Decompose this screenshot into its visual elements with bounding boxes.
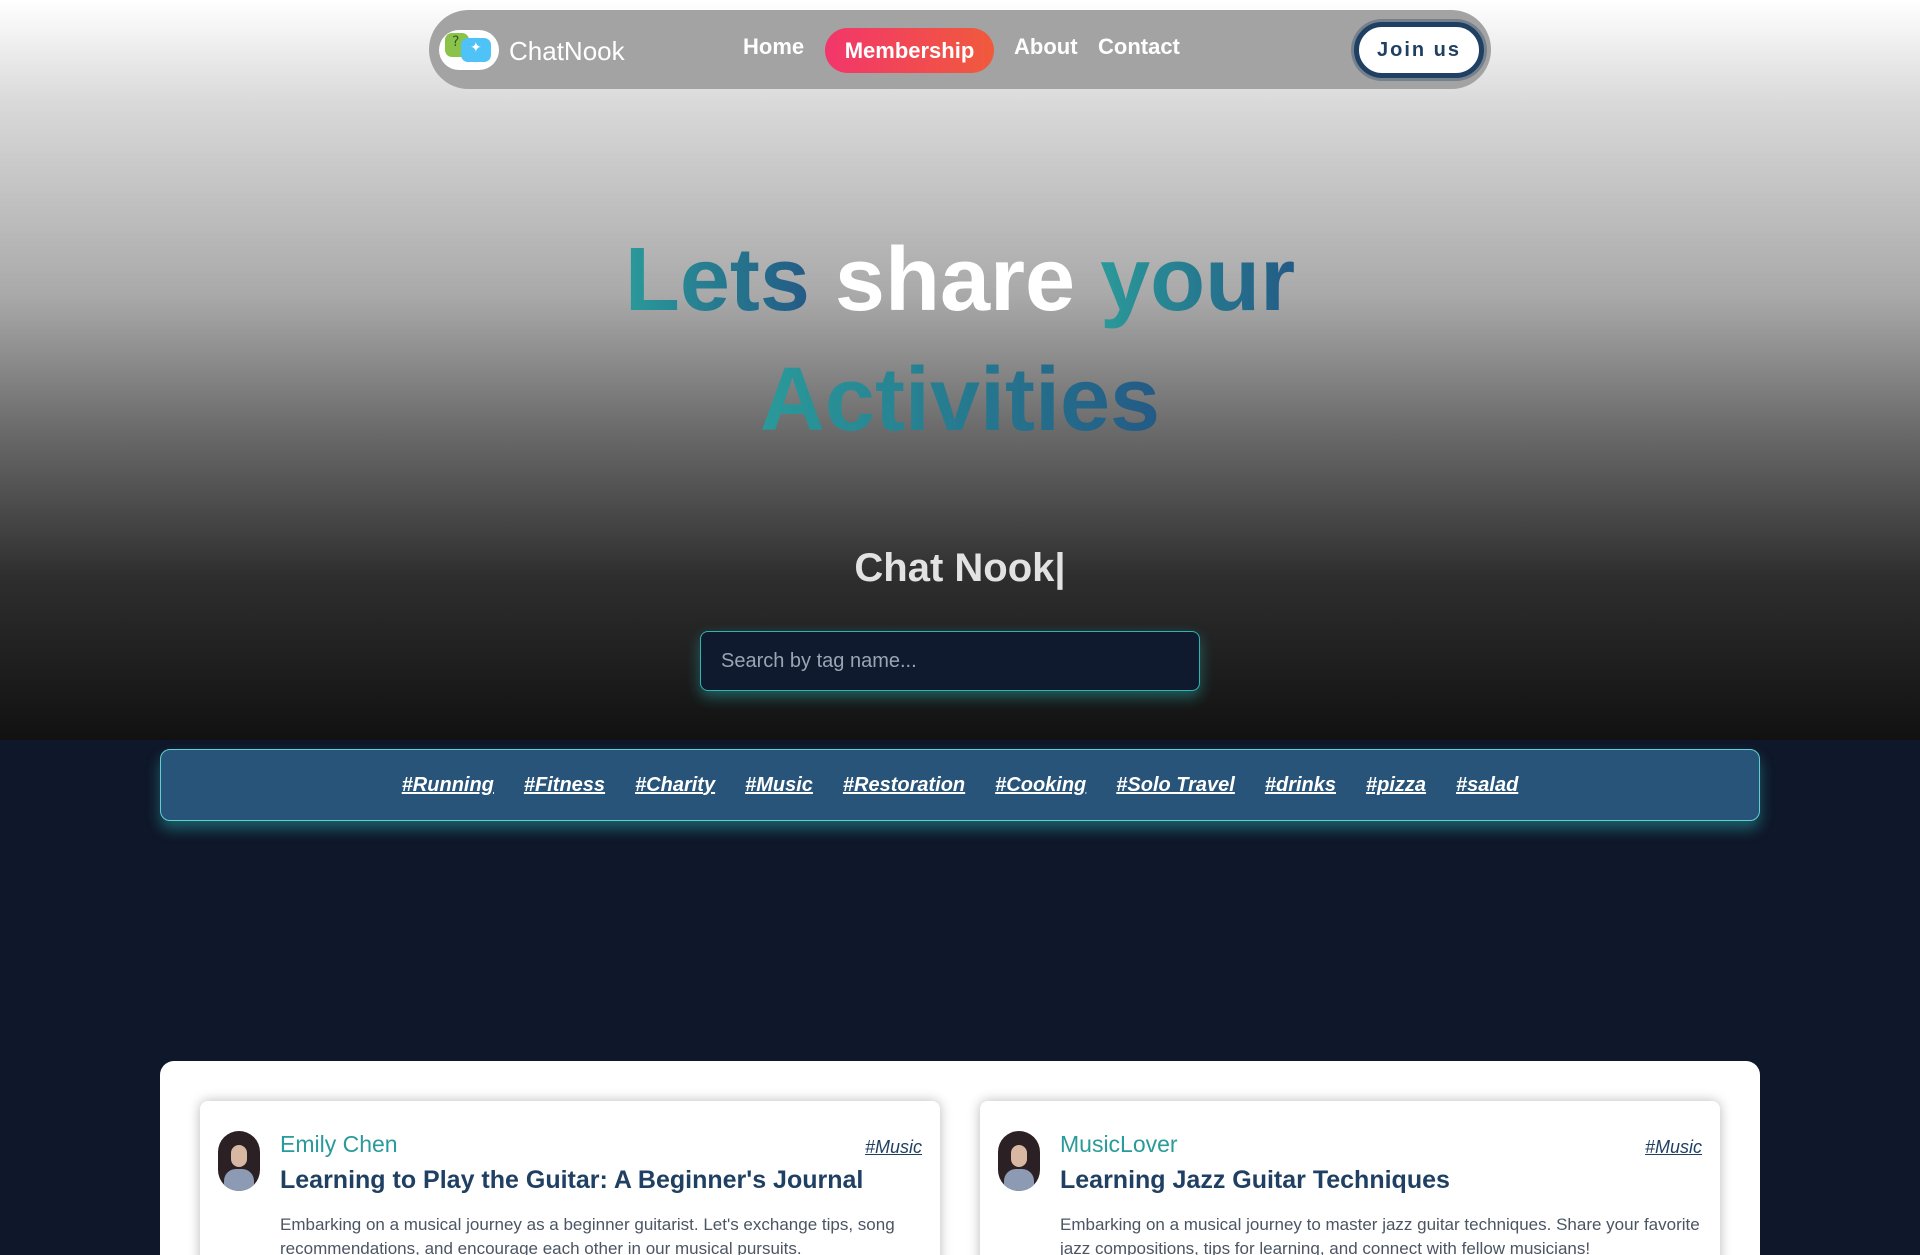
tag-bar: #Running #Fitness #Charity #Music #Resto… [160, 749, 1760, 821]
post-author[interactable]: Emily Chen [280, 1131, 398, 1158]
tag-link[interactable]: #Music [745, 774, 813, 797]
post-title[interactable]: Learning Jazz Guitar Techniques [1060, 1166, 1450, 1195]
tag-link[interactable]: #Restoration [843, 774, 965, 797]
post-author[interactable]: MusicLover [1060, 1131, 1178, 1158]
hero-headline: Lets share your Activities [0, 220, 1920, 460]
tag-link[interactable]: #Cooking [995, 774, 1086, 797]
navbar: ? ✦ ChatNook Home Membership About Conta… [429, 10, 1491, 89]
post-description: Embarking on a musical journey as a begi… [280, 1215, 895, 1255]
avatar[interactable] [998, 1131, 1040, 1191]
tag-link[interactable]: #Solo Travel [1116, 774, 1235, 797]
brand-name[interactable]: ChatNook [509, 36, 625, 67]
headline-word-share: share [834, 230, 1076, 330]
tag-link[interactable]: #pizza [1366, 774, 1426, 797]
tag-link[interactable]: #Charity [635, 774, 715, 797]
post-card[interactable]: MusicLover #Music Learning Jazz Guitar T… [980, 1101, 1720, 1255]
tag-link[interactable]: #drinks [1265, 774, 1336, 797]
nav-contact[interactable]: Contact [1098, 34, 1180, 60]
nav-membership[interactable]: Membership [825, 28, 994, 73]
nav-home[interactable]: Home [743, 34, 804, 60]
tag-link[interactable]: #Running [402, 774, 494, 797]
post-card[interactable]: Emily Chen #Music Learning to Play the G… [200, 1101, 940, 1255]
tag-search-input[interactable] [700, 631, 1200, 691]
post-tag[interactable]: #Music [865, 1137, 922, 1158]
post-title[interactable]: Learning to Play the Guitar: A Beginner'… [280, 1166, 863, 1195]
post-tag[interactable]: #Music [1645, 1137, 1702, 1158]
chat-bubbles-icon: ? ✦ [439, 30, 499, 70]
post-description: Embarking on a musical journey to master… [1060, 1215, 1700, 1255]
headline-word-lets: Lets [624, 230, 810, 330]
join-us-button[interactable]: Join us [1354, 22, 1484, 78]
logo[interactable]: ? ✦ [439, 30, 499, 70]
nav-about[interactable]: About [1014, 34, 1078, 60]
tag-link[interactable]: #salad [1456, 774, 1518, 797]
tag-link[interactable]: #Fitness [524, 774, 605, 797]
avatar[interactable] [218, 1131, 260, 1191]
typing-text: Chat Nook| [854, 546, 1066, 590]
posts-container: Emily Chen #Music Learning to Play the G… [160, 1061, 1760, 1255]
headline-word-your: your [1100, 230, 1296, 330]
headline-word-activities: Activities [759, 350, 1161, 450]
